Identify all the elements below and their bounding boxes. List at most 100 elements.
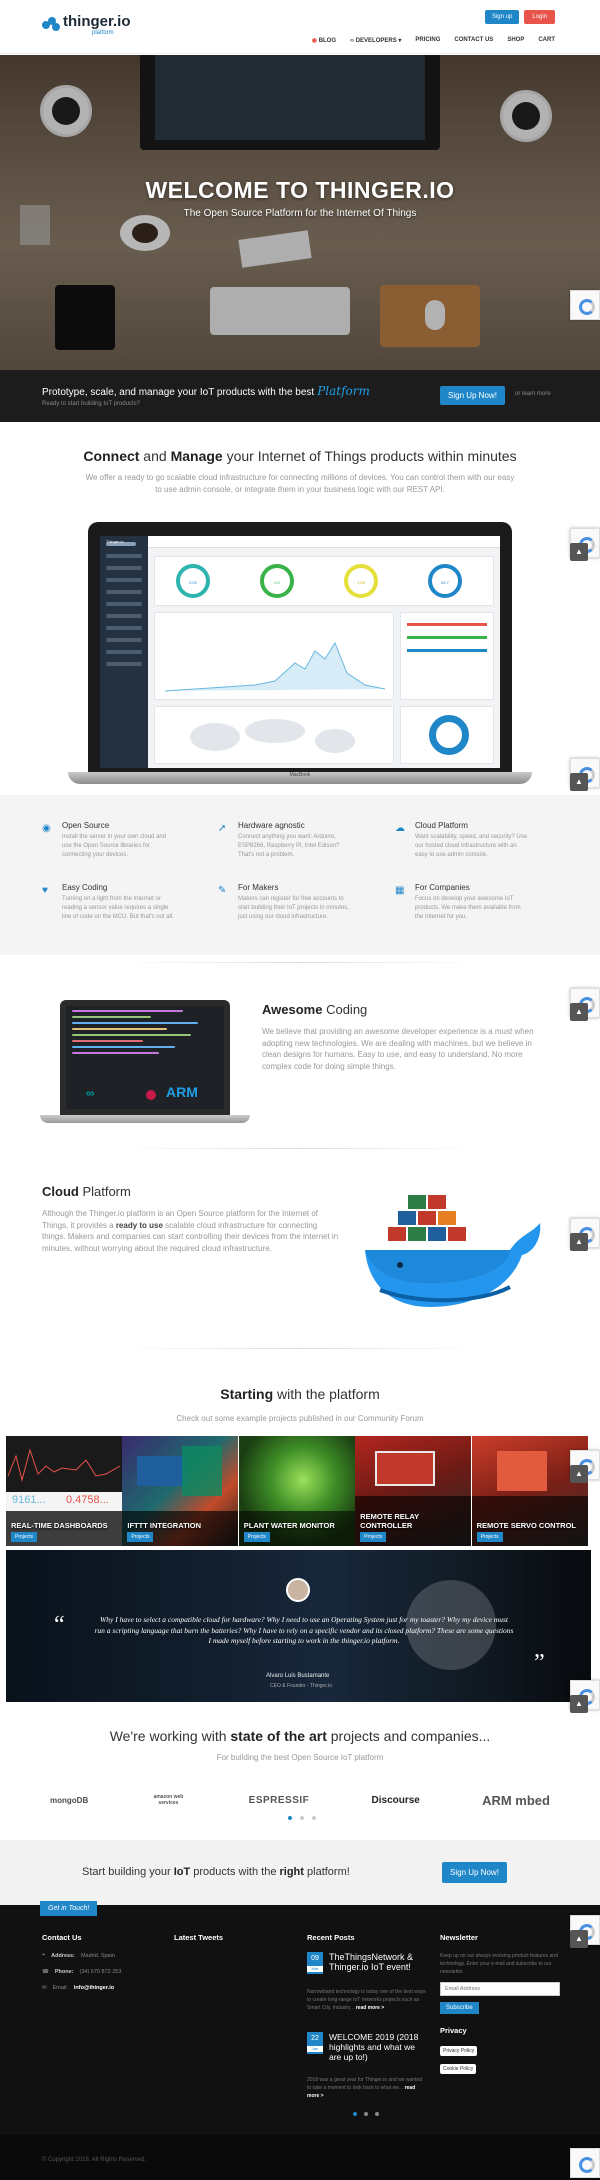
quote-role: CEO & Founder - Thinger.io <box>270 1683 332 1689</box>
pagination-dot[interactable] <box>353 2112 357 2116</box>
divider-3 <box>120 1348 480 1349</box>
chevron-down-icon: ▾ <box>396 38 402 44</box>
map-marker-icon: ⌖ <box>42 1952 46 1958</box>
quote-text: Why I have to select a compatible cloud … <box>94 1615 514 1645</box>
hero-title: WELCOME TO THINGER.IO <box>145 177 455 203</box>
partners-title: We're working with state of the art proj… <box>109 1728 491 1744</box>
cloud-title: Cloud Platform <box>42 1184 131 1199</box>
cloud-text: Although the Thinger.io platform is an O… <box>42 1209 339 1253</box>
project-card[interactable]: PLANT WATER MONITOR Projects <box>238 1436 355 1546</box>
footer-newsletter: Newsletter Keep up on our always evolvin… <box>440 1933 560 2075</box>
project-card[interactable]: REMOTE RELAY CONTROLLER Projects <box>355 1436 472 1546</box>
divider-2 <box>120 1148 480 1149</box>
cookie-policy-button[interactable]: Cookie Policy <box>440 2064 477 2074</box>
connect-text: We offer a ready to go scalable cloud in… <box>85 473 515 494</box>
coding-text: We believe that providing an awesome dev… <box>262 1027 534 1071</box>
projects-tag: Projects <box>11 1532 38 1542</box>
author-avatar <box>286 1578 310 1602</box>
project-card[interactable]: IFTTT INTEGRATION Projects <box>122 1436 239 1546</box>
projects-carousel: 9161... 0.4758... REAL-TIME DASHBOARDS P… <box>6 1436 588 1546</box>
pagination-dot[interactable] <box>288 1816 292 1820</box>
newsletter-email-input[interactable] <box>440 1982 560 1996</box>
phone-icon: ☎ <box>42 1969 49 1975</box>
scroll-top-icon[interactable]: ▲ <box>570 543 588 561</box>
copyright-bar: © Copyright 2018. All Rights Reserved. <box>0 2135 600 2180</box>
posts-pagination <box>353 2112 379 2116</box>
main-nav: ◉ BLOG ‹› DEVELOPERS ▾ PRICING CONTACT U… <box>312 37 555 44</box>
recaptcha-badge[interactable] <box>570 290 600 320</box>
project-card[interactable]: 9161... 0.4758... REAL-TIME DASHBOARDS P… <box>6 1436 122 1546</box>
cta-signup-button[interactable]: Sign Up Now! <box>442 1862 507 1883</box>
pagination-dot[interactable] <box>300 1816 304 1820</box>
aws-logo[interactable]: amazon web services <box>150 1794 186 1806</box>
nav-pricing[interactable]: PRICING <box>415 37 440 44</box>
mongodb-logo[interactable]: mongoDB <box>50 1796 88 1805</box>
partners-logos: mongoDB amazon web services ESPRESSIF Di… <box>50 1790 550 1810</box>
subscribe-button[interactable]: Subscribe <box>440 2002 479 2014</box>
promo-subtitle: Ready to start building IoT products? <box>42 401 140 407</box>
brand-subtitle: platform <box>92 30 114 36</box>
scroll-top-icon-7[interactable]: ▲ <box>570 1930 588 1948</box>
github-icon: ◉ <box>42 823 51 834</box>
divider <box>120 962 480 963</box>
nav-developers[interactable]: ‹› DEVELOPERS ▾ <box>350 37 401 44</box>
signup-button[interactable]: Sign up <box>484 10 520 24</box>
code-laptop-image: ∞ ARM <box>40 1000 250 1125</box>
newsletter-text: Keep up on our always evolving product f… <box>440 1953 558 1975</box>
nav-cart[interactable]: CART <box>538 37 555 44</box>
recent-post[interactable]: 22 Jan WELCOME 2019 (2018 highlights and … <box>307 2032 427 2112</box>
building-icon: ▦ <box>395 885 405 896</box>
docker-whale-image <box>360 1195 550 1310</box>
heart-icon: ♥ <box>42 885 48 896</box>
scroll-top-icon-4[interactable]: ▲ <box>570 1233 588 1251</box>
brand-logo[interactable]: thinger.io <box>42 14 131 33</box>
quote-close-icon: ” <box>534 1650 545 1676</box>
testimonial: “ ” Why I have to select a compatible cl… <box>6 1550 591 1702</box>
projects-tag: Projects <box>127 1532 154 1542</box>
footer-posts: Recent Posts 09 Mar TheThingsNetwork & Th… <box>307 1933 427 2112</box>
coding-title: Awesome Coding <box>262 1002 368 1017</box>
footer-tweets: Latest Tweets <box>174 1933 224 1942</box>
laptop-brand: MacBook <box>289 772 311 778</box>
scroll-top-icon-6[interactable]: ▲ <box>570 1695 588 1713</box>
quote-open-icon: “ <box>54 1612 65 1638</box>
nav-blog[interactable]: ◉ BLOG <box>312 37 336 44</box>
promo-signup-button[interactable]: Sign Up Now! <box>440 386 505 405</box>
pagination-dot[interactable] <box>312 1816 316 1820</box>
arm-mbed-logo[interactable]: ARM mbed <box>482 1793 550 1808</box>
scroll-top-icon-2[interactable]: ▲ <box>570 773 588 791</box>
starting-title: Starting with the platform <box>220 1386 380 1402</box>
nav-contact[interactable]: CONTACT US <box>454 37 493 44</box>
scroll-top-icon-5[interactable]: ▲ <box>570 1465 588 1483</box>
read-more-link[interactable]: read more > <box>356 2005 385 2011</box>
espressif-logo[interactable]: ESPRESSIF <box>249 1795 310 1806</box>
promo-title: Prototype, scale, and manage your IoT pr… <box>42 384 370 398</box>
cloud-icon: ☁ <box>395 823 405 834</box>
recaptcha-badge-9[interactable] <box>570 2148 600 2178</box>
arm-logo: ARM <box>166 1084 198 1100</box>
copyright-text: © Copyright 2018. All Rights Reserved. <box>42 2157 147 2163</box>
dash-brand: Thinger.io <box>106 539 124 544</box>
pagination-dot[interactable] <box>364 2112 368 2116</box>
pagination-dot[interactable] <box>375 2112 379 2116</box>
email-link[interactable]: info@thinger.io <box>74 1985 114 1991</box>
promo-bar: Prototype, scale, and manage your IoT pr… <box>0 370 600 422</box>
login-button[interactable]: Login <box>524 10 555 24</box>
cta-bar: Start building your IoT products with th… <box>0 1840 600 1905</box>
hero-subtitle: The Open Source Platform for the Interne… <box>183 208 417 219</box>
cta-text: Start building your IoT products with th… <box>82 1866 350 1878</box>
rss-icon: ◉ <box>311 38 319 44</box>
wrench-icon: ✎ <box>218 885 227 896</box>
hero-banner: WELCOME TO THINGER.IO The Open Source Pl… <box>0 55 600 370</box>
privacy-policy-button[interactable]: Privacy Policy <box>440 2046 478 2056</box>
brand-name: thinger.io <box>63 13 131 30</box>
recent-post[interactable]: 09 Mar TheThingsNetwork & Thinger.io IoT … <box>307 1952 427 2032</box>
learn-more-link[interactable]: or learn more <box>515 391 551 397</box>
nav-shop[interactable]: SHOP <box>507 37 524 44</box>
rocket-icon: ➚ <box>218 823 227 834</box>
logo-mark-icon <box>42 17 60 33</box>
dashboard-laptop-image: Thinger.io 0.00 0.0 1.00 54.7 MacBook <box>68 522 532 788</box>
scroll-top-icon-3[interactable]: ▲ <box>570 1003 588 1021</box>
discourse-logo[interactable]: Discourse <box>372 1795 420 1806</box>
projects-tag: Projects <box>360 1532 387 1542</box>
